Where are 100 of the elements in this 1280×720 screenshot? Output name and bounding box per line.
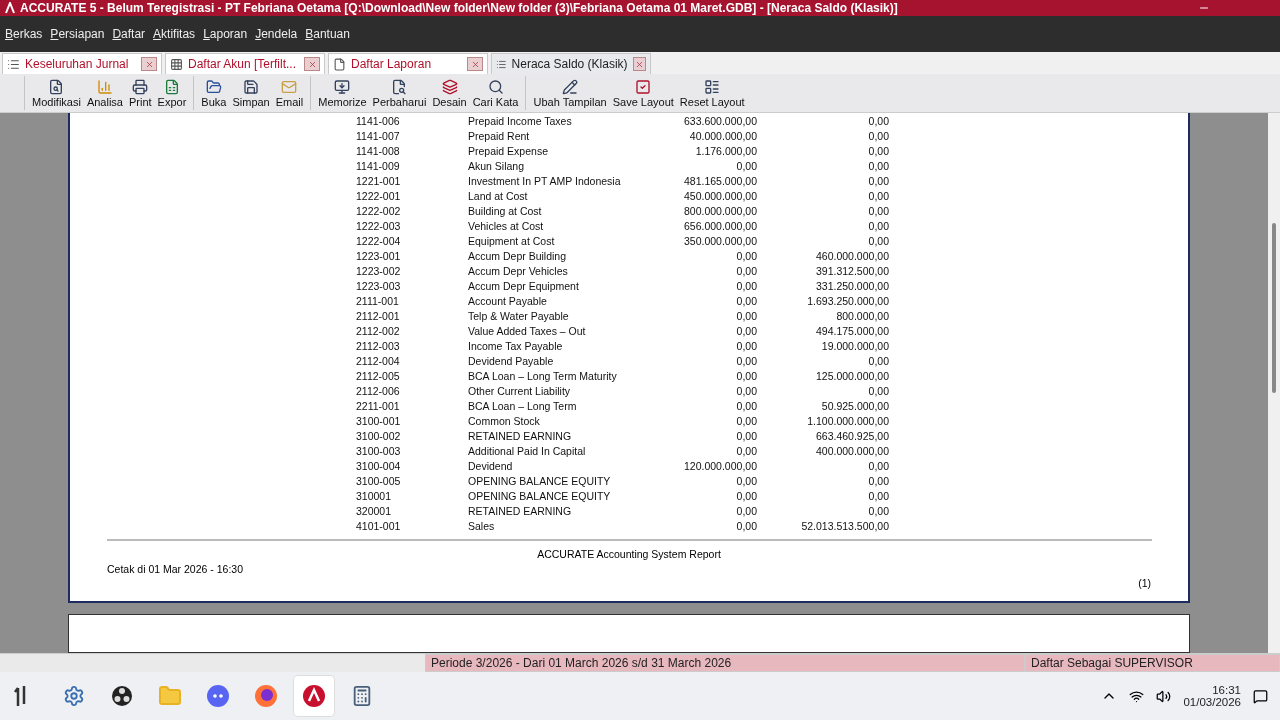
account-name: Value Added Taxes – Out bbox=[468, 324, 587, 337]
toolbar-button[interactable]: Cari Kata bbox=[471, 78, 520, 108]
folder-icon bbox=[158, 684, 182, 708]
debit-amount: 0,00 bbox=[735, 429, 757, 442]
checkbox-icon bbox=[635, 78, 652, 95]
toolbar-button[interactable]: Perbaharui bbox=[371, 78, 428, 108]
debit-amount: 0,00 bbox=[735, 294, 757, 307]
account-name: Prepaid Income Taxes bbox=[468, 114, 573, 127]
account-code: 1223-003 bbox=[356, 279, 402, 292]
credit-amount: 663.460.925,00 bbox=[815, 429, 889, 442]
account-code: 1141-009 bbox=[356, 159, 401, 172]
account-code: 3100-002 bbox=[356, 429, 402, 442]
document-tab[interactable]: Keseluruhan Jurnal bbox=[2, 53, 162, 74]
menu-item[interactable]: Persiapan bbox=[50, 27, 105, 41]
credit-amount: 0,00 bbox=[867, 234, 889, 247]
close-button[interactable] bbox=[304, 57, 320, 71]
account-name: OPENING BALANCE EQUITY bbox=[468, 474, 612, 487]
toolbar-button[interactable]: Analisa bbox=[85, 78, 124, 108]
close-icon bbox=[307, 59, 317, 69]
menu-item[interactable]: Jendela bbox=[255, 27, 298, 41]
document-tab[interactable]: Daftar Akun [Terfilt... bbox=[165, 53, 325, 74]
menu-item[interactable]: Berkas bbox=[5, 27, 43, 41]
account-name: Investment In PT AMP Indonesia bbox=[468, 174, 622, 187]
scrollbar-thumb[interactable] bbox=[1272, 223, 1276, 393]
debit-amount: 0,00 bbox=[735, 384, 757, 397]
notification-icon[interactable] bbox=[1253, 688, 1268, 704]
account-code: 3100-004 bbox=[356, 459, 402, 472]
menu-item[interactable]: Daftar bbox=[112, 27, 146, 41]
account-name: Accum Depr Building bbox=[468, 249, 568, 262]
debit-amount: 450.000.000,00 bbox=[683, 189, 757, 202]
toolbar-button[interactable]: Ubah Tampilan bbox=[532, 78, 608, 108]
close-button[interactable] bbox=[141, 57, 157, 71]
debit-amount: 0,00 bbox=[735, 504, 757, 517]
account-name: Devidend Payable bbox=[468, 354, 555, 367]
debit-amount: 0,00 bbox=[735, 324, 757, 337]
account-code: 1222-001 bbox=[356, 189, 402, 202]
account-code: 2112-002 bbox=[356, 324, 401, 337]
debit-amount: 0,00 bbox=[735, 444, 757, 457]
debit-amount: 1.176.000,00 bbox=[694, 144, 757, 157]
close-button[interactable] bbox=[632, 57, 646, 71]
account-name: Telp & Water Payable bbox=[468, 309, 570, 322]
calculator-icon bbox=[351, 685, 373, 707]
credit-amount: 0,00 bbox=[867, 144, 889, 157]
debit-amount: 0,00 bbox=[735, 414, 757, 427]
menu-item[interactable]: Aktifitas bbox=[153, 27, 196, 41]
account-name: Prepaid Rent bbox=[468, 129, 531, 142]
toolbar-button[interactable]: Expor bbox=[156, 78, 188, 108]
credit-amount: 19.000.000,00 bbox=[820, 339, 889, 352]
document-search-icon bbox=[48, 78, 65, 95]
account-code: 310001 bbox=[356, 489, 393, 502]
credit-amount: 0,00 bbox=[867, 504, 889, 517]
printer-icon bbox=[132, 78, 149, 95]
list-layout-icon bbox=[704, 78, 721, 95]
toolbar-button[interactable]: Buka bbox=[200, 78, 228, 108]
clock[interactable]: 16:31 01/03/2026 bbox=[1183, 684, 1241, 708]
save-icon bbox=[243, 78, 260, 95]
credit-amount: 391.312.500,00 bbox=[815, 264, 889, 277]
toolbar-button[interactable]: Reset Layout bbox=[678, 78, 746, 108]
menu-item[interactable]: Bantuan bbox=[305, 27, 350, 41]
page-icon bbox=[333, 57, 346, 71]
monitor-icon bbox=[334, 78, 351, 95]
account-code: 2112-003 bbox=[356, 339, 401, 352]
user-status: Daftar Sebagai SUPERVISOR bbox=[1025, 654, 1280, 672]
menu-item[interactable]: Laporan bbox=[203, 27, 248, 41]
credit-amount: 1.693.250.000,00 bbox=[806, 294, 889, 307]
toolbar-button[interactable]: Memorize bbox=[317, 78, 368, 108]
toolbar-button[interactable]: Modifikasi bbox=[31, 78, 82, 108]
account-name: Prepaid Expense bbox=[468, 144, 549, 157]
toolbar-button[interactable]: Print bbox=[128, 78, 153, 108]
account-code: 2211-001 bbox=[356, 399, 401, 412]
close-button[interactable] bbox=[467, 57, 483, 71]
debit-amount: 0,00 bbox=[735, 354, 757, 367]
debit-amount: 656.000.000,00 bbox=[683, 219, 757, 232]
document-tab[interactable]: Neraca Saldo (Klasik) bbox=[491, 53, 651, 74]
toolbar-button[interactable]: Desain bbox=[431, 78, 468, 108]
debit-amount: 0,00 bbox=[735, 339, 757, 352]
credit-amount: 0,00 bbox=[867, 354, 889, 367]
account-code: 1141-007 bbox=[356, 129, 401, 142]
account-name: RETAINED EARNING bbox=[468, 429, 573, 442]
bar-chart-icon bbox=[96, 78, 113, 95]
debit-amount: 40.000.000,00 bbox=[688, 129, 757, 142]
debit-amount: 0,00 bbox=[735, 489, 757, 502]
account-name: Sales bbox=[468, 519, 496, 532]
toolbar-button[interactable]: Simpan bbox=[231, 78, 271, 108]
account-code: 1222-004 bbox=[356, 234, 402, 247]
window-title: ACCURATE 5 - Belum Teregistrasi - PT Febriana Oetama [Q:\Download\New folder\New folder (3)\Febriana Oetama 01 Maret.GDB] - [Neraca Saldo (Klasik)] bbox=[20, 1, 898, 15]
debit-amount: 0,00 bbox=[735, 249, 757, 262]
debit-amount: 0,00 bbox=[735, 369, 757, 382]
chat-icon bbox=[206, 684, 230, 708]
speaker-icon[interactable] bbox=[1156, 688, 1172, 704]
credit-amount: 50.925.000,00 bbox=[820, 399, 889, 412]
toolbar-button[interactable]: Save Layout bbox=[611, 78, 675, 108]
account-name: RETAINED EARNING bbox=[468, 504, 573, 517]
close-icon bbox=[634, 59, 644, 69]
account-code: 2112-006 bbox=[356, 384, 401, 397]
credit-amount: 0,00 bbox=[867, 174, 889, 187]
toolbar-button[interactable]: Email bbox=[274, 78, 305, 108]
document-tab[interactable]: Daftar Laporan bbox=[328, 53, 488, 74]
wifi-icon[interactable] bbox=[1129, 688, 1145, 704]
account-code: 2112-005 bbox=[356, 369, 401, 382]
